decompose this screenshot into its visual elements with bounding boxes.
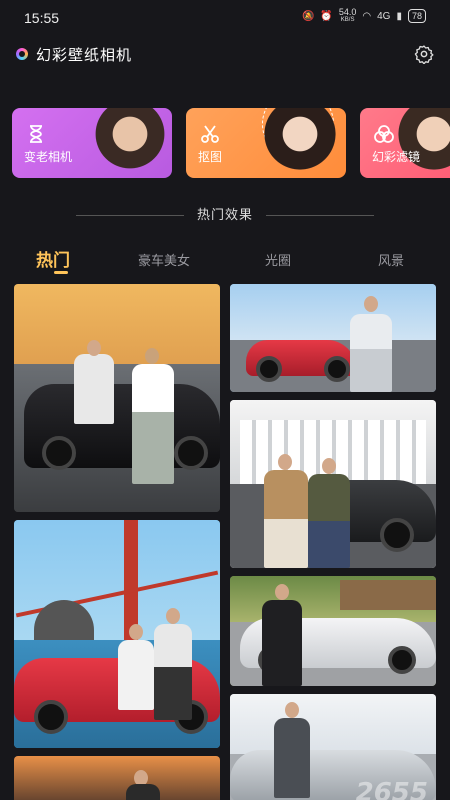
status-bar: 15:55 🔕 ⏰ 54.0 KB/S ◠ 4G ▮ 78: [0, 0, 450, 36]
filter-icon: [374, 125, 394, 143]
effect-thumbnail[interactable]: 2655: [230, 694, 436, 800]
divider: [266, 215, 374, 216]
divider: [76, 215, 184, 216]
tab-aperture[interactable]: 光圈: [265, 250, 291, 269]
effect-thumbnail[interactable]: [14, 756, 220, 800]
effect-thumbnail[interactable]: [14, 284, 220, 512]
effect-thumbnail[interactable]: [230, 576, 436, 686]
tab-hot[interactable]: 热门: [36, 246, 70, 271]
section-title: 热门效果: [196, 208, 253, 223]
battery-icon: 78: [407, 9, 426, 23]
effect-thumbnail[interactable]: [230, 400, 436, 568]
mute-icon: 🔕: [301, 10, 315, 22]
card-label: 变老相机: [24, 150, 73, 164]
signal-label: 4G: [377, 10, 391, 22]
section-header: 热门效果: [0, 204, 450, 226]
gear-icon[interactable]: [414, 44, 434, 64]
feature-cards: 变老相机 抠图 幻彩滤镜: [12, 108, 450, 178]
wifi-icon: ◠: [362, 10, 372, 22]
effect-grid: 2655: [0, 284, 450, 800]
tab-luxury-cars[interactable]: 豪车美女: [138, 250, 190, 269]
effect-thumbnail[interactable]: [230, 284, 436, 392]
watermark: 2655: [355, 778, 428, 800]
category-tabs: 热门 豪车美女 光圈 风景: [0, 246, 450, 276]
app-logo-icon: [16, 48, 28, 60]
card-cutout[interactable]: 抠图: [186, 108, 346, 178]
status-time: 15:55: [24, 10, 60, 26]
card-color-filter[interactable]: 幻彩滤镜: [360, 108, 450, 178]
status-icons: 🔕 ⏰ 54.0 KB/S ◠ 4G ▮ 78: [302, 8, 426, 24]
scissors-icon: [201, 125, 219, 143]
app-header: 幻彩壁纸相机: [0, 40, 450, 74]
net-speed-unit: KB/S: [340, 17, 355, 23]
signal-icon: ▮: [396, 10, 402, 22]
card-aging-camera[interactable]: 变老相机: [12, 108, 172, 178]
active-tab-indicator: [54, 271, 68, 274]
alarm-icon: ⏰: [320, 10, 333, 22]
hourglass-icon: [30, 125, 42, 143]
card-label: 抠图: [198, 150, 223, 164]
card-label: 幻彩滤镜: [372, 150, 421, 164]
effect-thumbnail[interactable]: [14, 520, 220, 748]
cutout-portrait-image: [264, 108, 336, 178]
app-title: 幻彩壁纸相机: [36, 46, 133, 64]
aging-portrait-image: [94, 108, 166, 178]
filter-portrait-image: [398, 108, 450, 178]
net-speed: 54.0 KB/S: [339, 8, 357, 24]
tab-landscape[interactable]: 风景: [378, 250, 404, 269]
